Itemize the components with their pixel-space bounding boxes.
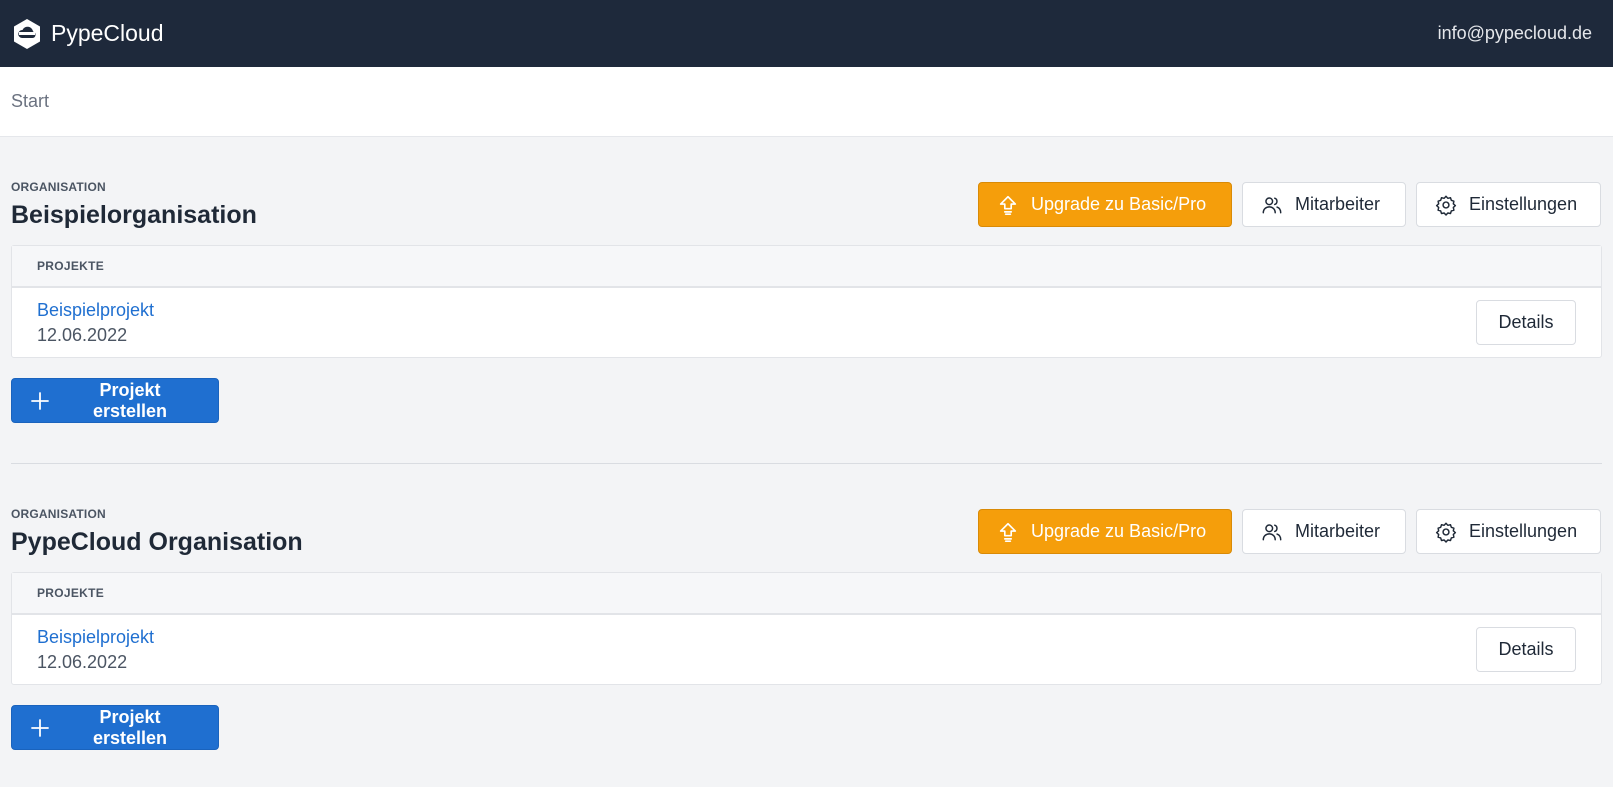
brand-link[interactable]: PypeCloud xyxy=(11,18,164,50)
create-project-label: Projekt erstellen xyxy=(92,706,168,748)
users-icon xyxy=(1261,194,1283,216)
settings-button-label: Einstellungen xyxy=(1469,194,1578,214)
organization-header: ORGANISATION Beispielorganisation Upgrad… xyxy=(11,180,1602,241)
organization-actions: Upgrade zu Basic/Pro Mitarbeiter Einstel… xyxy=(978,182,1601,227)
upgrade-button-label: Upgrade zu Basic/Pro xyxy=(1031,521,1207,541)
upgrade-button[interactable]: Upgrade zu Basic/Pro xyxy=(978,509,1232,554)
table-row: Beispielprojekt 12.06.2022 Details xyxy=(12,288,1601,357)
top-navbar: PypeCloud info@pypecloud.de xyxy=(0,0,1613,67)
organization-actions: Upgrade zu Basic/Pro Mitarbeiter Einstel… xyxy=(978,509,1601,554)
gear-icon xyxy=(1435,521,1457,543)
project-date: 12.06.2022 xyxy=(37,651,128,672)
organization-name: PypeCloud Organisation xyxy=(11,528,303,556)
project-info: Beispielprojekt 12.06.2022 xyxy=(37,300,154,346)
organization-header: ORGANISATION PypeCloud Organisation Upgr… xyxy=(11,507,1602,568)
organization-name: Beispielorganisation xyxy=(11,201,257,229)
organization-section: ORGANISATION PypeCloud Organisation Upgr… xyxy=(11,463,1602,750)
projects-table-header: PROJEKTE xyxy=(12,246,1601,288)
project-name-link[interactable]: Beispielprojekt xyxy=(37,300,154,321)
settings-button[interactable]: Einstellungen xyxy=(1416,509,1601,554)
settings-button[interactable]: Einstellungen xyxy=(1416,182,1601,227)
upgrade-button[interactable]: Upgrade zu Basic/Pro xyxy=(978,182,1232,227)
brand-name: PypeCloud xyxy=(51,20,164,46)
plus-icon xyxy=(30,391,50,411)
project-date: 12.06.2022 xyxy=(37,324,128,345)
pypecloud-logo-icon xyxy=(11,18,43,50)
staff-button-label: Mitarbeiter xyxy=(1295,194,1381,214)
upload-arrow-icon xyxy=(997,521,1019,543)
settings-button-label: Einstellungen xyxy=(1469,521,1578,541)
breadcrumb: Start xyxy=(0,67,1613,137)
projects-table-header: PROJEKTE xyxy=(12,573,1601,615)
plus-icon xyxy=(30,718,50,738)
create-project-button[interactable]: Projekt erstellen xyxy=(11,705,219,750)
staff-button[interactable]: Mitarbeiter xyxy=(1242,182,1406,227)
details-button[interactable]: Details xyxy=(1476,300,1576,345)
upload-arrow-icon xyxy=(997,194,1019,216)
details-button[interactable]: Details xyxy=(1476,627,1576,672)
project-name-link[interactable]: Beispielprojekt xyxy=(37,627,154,648)
organization-kicker: ORGANISATION xyxy=(11,507,106,521)
organization-section: ORGANISATION Beispielorganisation Upgrad… xyxy=(11,137,1602,423)
breadcrumb-item-start[interactable]: Start xyxy=(11,91,49,112)
staff-button-label: Mitarbeiter xyxy=(1295,521,1381,541)
table-row: Beispielprojekt 12.06.2022 Details xyxy=(12,615,1601,684)
staff-button[interactable]: Mitarbeiter xyxy=(1242,509,1406,554)
projects-table: PROJEKTE Beispielprojekt 12.06.2022 Deta… xyxy=(11,572,1602,685)
organization-kicker: ORGANISATION xyxy=(11,180,106,194)
projects-table: PROJEKTE Beispielprojekt 12.06.2022 Deta… xyxy=(11,245,1602,358)
project-info: Beispielprojekt 12.06.2022 xyxy=(37,627,154,673)
upgrade-button-label: Upgrade zu Basic/Pro xyxy=(1031,194,1207,214)
create-project-button[interactable]: Projekt erstellen xyxy=(11,378,219,423)
users-icon xyxy=(1261,521,1283,543)
organization-title-block: ORGANISATION PypeCloud Organisation xyxy=(11,507,303,557)
create-project-label: Projekt erstellen xyxy=(92,379,168,421)
main-content: ORGANISATION Beispielorganisation Upgrad… xyxy=(0,137,1613,750)
organization-title-block: ORGANISATION Beispielorganisation xyxy=(11,180,257,230)
gear-icon xyxy=(1435,194,1457,216)
user-email-link[interactable]: info@pypecloud.de xyxy=(1438,23,1592,44)
